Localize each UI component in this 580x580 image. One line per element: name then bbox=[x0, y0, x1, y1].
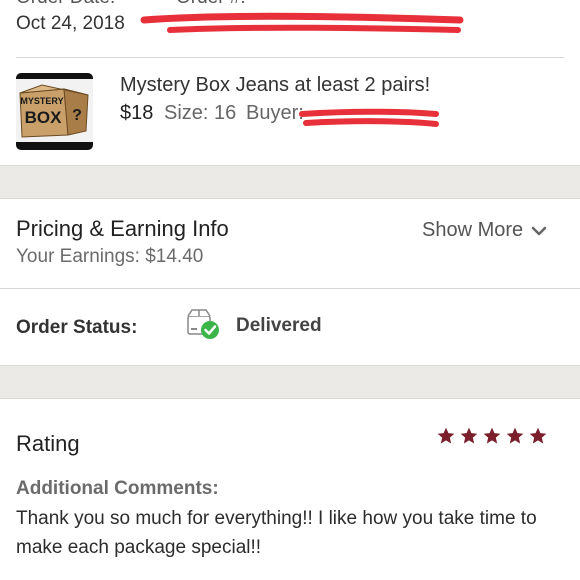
star-rating bbox=[436, 426, 548, 446]
pricing-title: Pricing & Earning Info bbox=[16, 216, 229, 241]
rating-title: Rating bbox=[16, 431, 80, 456]
order-header: Order Date: Order #: Oct 24, 2018 bbox=[0, 0, 580, 57]
order-status-label: Order Status: bbox=[16, 317, 138, 338]
thumbnail-text-bottom: BOX bbox=[25, 108, 63, 127]
thumbnail-mark: ? bbox=[72, 107, 82, 124]
order-number-label: Order #: bbox=[176, 0, 246, 9]
item-title[interactable]: Mystery Box Jeans at least 2 pairs! bbox=[120, 74, 430, 97]
order-date: Oct 24, 2018 bbox=[16, 13, 125, 34]
thumbnail-text-top: MYSTERY bbox=[20, 96, 63, 106]
item-price: $18 bbox=[120, 102, 154, 124]
buyer-label: Buyer: bbox=[246, 102, 304, 124]
show-more-button[interactable]: Show More bbox=[422, 219, 547, 242]
package-delivered-icon bbox=[187, 309, 219, 339]
additional-comments-text: Thank you so much for everything!! I lik… bbox=[16, 508, 537, 558]
your-earnings: Your Earnings: $14.40 bbox=[16, 246, 204, 267]
section-separator bbox=[0, 365, 580, 399]
item-thumbnail[interactable]: MYSTERY BOX ? bbox=[16, 73, 93, 150]
star-icon bbox=[483, 427, 501, 444]
order-number-redaction bbox=[140, 12, 464, 33]
star-icon bbox=[529, 427, 547, 444]
divider bbox=[0, 288, 580, 289]
star-icon bbox=[437, 427, 455, 444]
item-size: Size: 16 bbox=[164, 102, 237, 124]
chevron-down-icon bbox=[531, 226, 547, 235]
divider bbox=[16, 57, 564, 58]
additional-comments-label: Additional Comments: bbox=[16, 478, 219, 499]
buyer-redaction bbox=[299, 108, 439, 127]
show-more-label: Show More bbox=[422, 219, 524, 241]
star-icon bbox=[506, 427, 524, 444]
mystery-box-image: MYSTERY BOX ? bbox=[16, 79, 93, 142]
star-icon bbox=[460, 427, 478, 444]
order-status-value: Delivered bbox=[236, 315, 322, 336]
order-date-label: Order Date: bbox=[16, 0, 115, 9]
section-separator bbox=[0, 165, 580, 199]
